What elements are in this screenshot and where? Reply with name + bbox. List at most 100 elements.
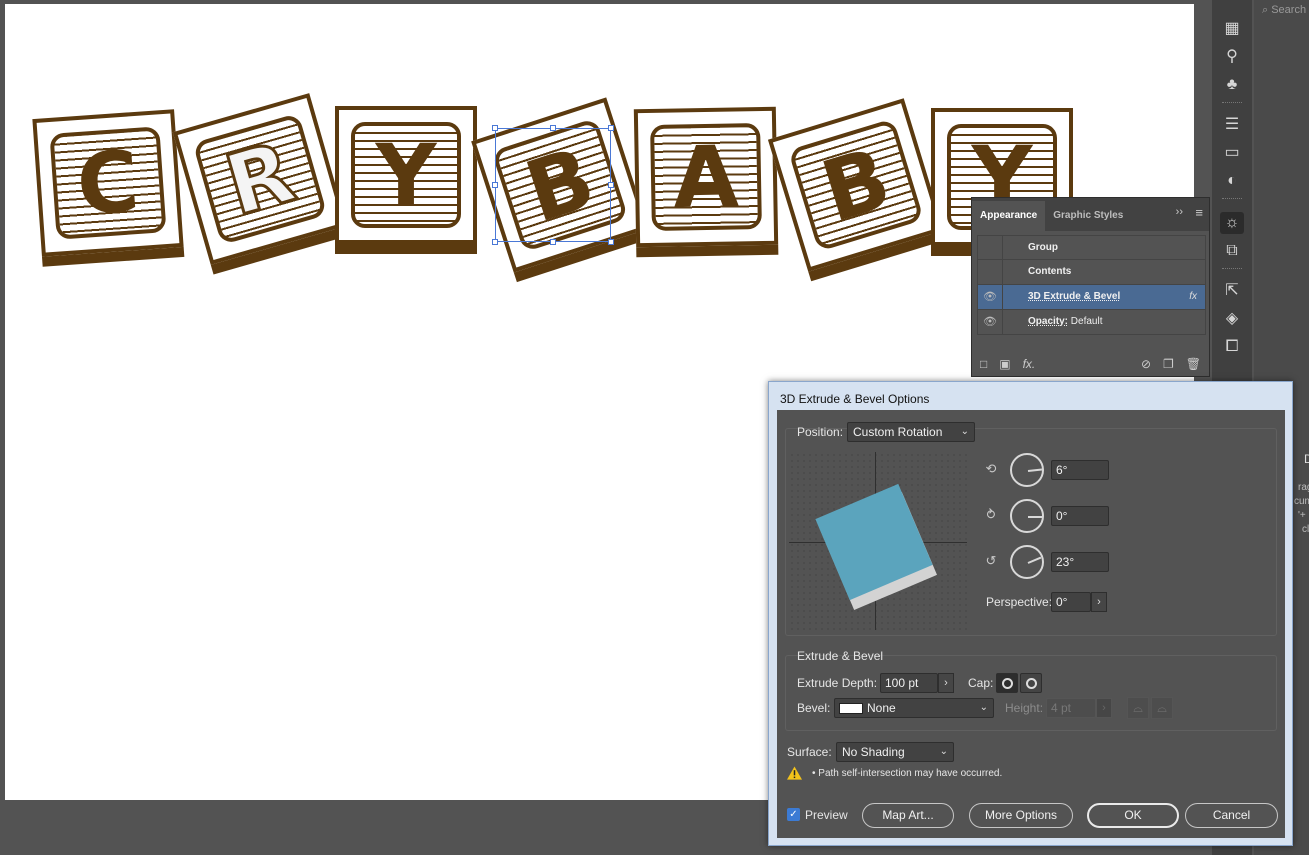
export-icon[interactable]: ⇱ — [1220, 280, 1244, 302]
more-options-button[interactable]: More Options — [969, 803, 1073, 828]
rotate-x-dial[interactable] — [1010, 453, 1044, 487]
3d-extrude-bevel-dialog: 3D Extrude & Bevel Options Position: Cus… — [768, 381, 1293, 846]
puppet-warp-icon[interactable]: ⚲ — [1220, 46, 1244, 68]
dialog-title: 3D Extrude & Bevel Options — [780, 392, 930, 406]
dock-separator — [1222, 102, 1242, 104]
preview-checkbox[interactable]: ✓ — [787, 808, 800, 821]
rotate-z-field[interactable]: 23° — [1051, 552, 1109, 572]
search-placeholder: Search — [1271, 4, 1307, 16]
height-slider-arrow[interactable]: › — [1096, 698, 1112, 718]
position-dropdown[interactable]: Custom Rotation ⌄ — [847, 422, 975, 442]
transparency-icon[interactable]: ◐ — [1220, 170, 1244, 192]
chevron-down-icon: ⌄ — [939, 746, 948, 757]
layers-icon[interactable]: ◈ — [1220, 308, 1244, 330]
perspective-slider-arrow[interactable]: › — [1091, 592, 1107, 612]
chevron-down-icon: ⌄ — [960, 426, 969, 437]
libraries-icon[interactable]: ▦ — [1220, 18, 1244, 40]
bevel-label: Bevel: — [797, 701, 831, 715]
rotate-x-field[interactable]: 6° — [1051, 460, 1109, 480]
chevron-down-icon: ⌄ — [979, 702, 988, 713]
selection-handle[interactable] — [608, 125, 614, 131]
surface-dropdown[interactable]: No Shading ⌄ — [836, 742, 954, 762]
rotation-track-cube[interactable] — [789, 452, 967, 630]
appearance-row-opacity[interactable]: 👁 Opacity: Default — [977, 310, 1206, 335]
panel-collapse-icon[interactable]: ›› — [1176, 206, 1183, 218]
cap-off-button[interactable] — [1020, 673, 1042, 693]
add-new-fill-icon[interactable]: ▣ — [999, 357, 1010, 371]
visibility-eye-icon[interactable]: 👁 — [978, 285, 1003, 309]
panel-text-fragment: cum — [1294, 496, 1309, 507]
letter-block-y1[interactable]: Y — [335, 106, 477, 254]
panel-menu-icon[interactable]: ≡ — [1195, 205, 1203, 220]
artboards-icon[interactable]: ⧠ — [1220, 336, 1244, 358]
opacity-link[interactable]: Opacity: — [1028, 316, 1068, 327]
symbols-icon[interactable]: ♣ — [1220, 74, 1244, 96]
add-new-effect-icon[interactable]: fx. — [1023, 357, 1036, 371]
duplicate-item-icon[interactable]: ❐ — [1163, 357, 1174, 371]
ok-button[interactable]: OK — [1087, 803, 1179, 828]
graphic-styles-icon[interactable]: ⧉ — [1220, 240, 1244, 262]
dock-separator — [1222, 268, 1242, 270]
visibility-eye-icon[interactable]: 👁 — [978, 310, 1003, 334]
effect-link[interactable]: 3D Extrude & Bevel — [1028, 291, 1120, 302]
letter-block-r[interactable]: R — [172, 93, 348, 265]
panel-text-fragment: D — [1304, 452, 1309, 466]
extrude-depth-field[interactable]: 100 pt — [880, 673, 938, 693]
bevel-dropdown[interactable]: None ⌄ — [834, 698, 994, 718]
surface-label: Surface: — [787, 745, 832, 759]
bevel-swatch — [839, 703, 863, 714]
selection-handle[interactable] — [608, 182, 614, 188]
add-new-stroke-icon[interactable]: □ — [980, 357, 987, 371]
selection-handle[interactable] — [492, 182, 498, 188]
rotate-y-field[interactable]: 0° — [1051, 506, 1109, 526]
selection-handle[interactable] — [608, 239, 614, 245]
letter-block-a[interactable]: A — [633, 106, 779, 248]
appearance-row-3d-extrude[interactable]: 👁 3D Extrude & Bevel fx — [977, 285, 1206, 310]
extrude-bevel-section-title: Extrude & Bevel — [797, 649, 884, 663]
perspective-field[interactable]: 0° — [1051, 592, 1091, 612]
tab-graphic-styles[interactable]: Graphic Styles — [1045, 201, 1131, 231]
dialog-body: Position: Custom Rotation ⌄ ⟲ 6° ⥁ 0° ↺ 2… — [777, 410, 1285, 838]
gradient-icon[interactable]: ▭ — [1220, 142, 1244, 164]
panel-text-fragment: rag — [1298, 482, 1309, 493]
letter-y: Y — [375, 126, 437, 224]
cap-on-button[interactable] — [996, 673, 1018, 693]
bevel-extent-in-button[interactable]: ⌓ — [1127, 697, 1149, 719]
fx-icon[interactable]: fx — [1189, 285, 1197, 309]
opacity-value: Default — [1070, 316, 1103, 327]
letter-c: C — [73, 131, 143, 235]
map-art-button[interactable]: Map Art... — [862, 803, 954, 828]
rotate-z-dial[interactable] — [1010, 545, 1044, 579]
selection-bounding-box[interactable] — [492, 125, 614, 245]
delete-item-icon[interactable]: 🗑 — [1186, 357, 1201, 371]
selection-handle[interactable] — [550, 239, 556, 245]
cancel-button[interactable]: Cancel — [1185, 803, 1278, 828]
warning-icon — [787, 766, 802, 780]
selection-handle[interactable] — [492, 125, 498, 131]
extrude-depth-slider-arrow[interactable]: › — [938, 673, 954, 693]
rotate-x-axis-icon: ⟲ — [985, 461, 997, 476]
height-field[interactable]: 4 pt — [1046, 698, 1096, 718]
panel-text-fragment: cl — [1302, 524, 1309, 535]
clear-appearance-icon[interactable]: ⊘ — [1141, 357, 1151, 371]
appearance-row-contents[interactable]: Contents — [977, 260, 1206, 285]
bevel-extent-out-button[interactable]: ⌓ — [1151, 697, 1173, 719]
appearance-row-group[interactable]: Group — [977, 235, 1206, 260]
appearance-panel: Appearance Graphic Styles ›› ≡ Group Con… — [971, 197, 1210, 377]
appearance-icon[interactable]: ☼ — [1220, 212, 1244, 234]
letter-block-c[interactable]: C — [32, 109, 184, 257]
stroke-icon[interactable]: ☰ — [1220, 114, 1244, 136]
warning-text: • Path self-intersection may have occurr… — [812, 768, 1003, 779]
perspective-label: Perspective: — [986, 595, 1053, 609]
preview-label[interactable]: Preview — [805, 808, 848, 822]
selection-handle[interactable] — [492, 239, 498, 245]
selection-handle[interactable] — [550, 125, 556, 131]
extrude-bevel-group — [785, 655, 1277, 731]
search-field[interactable]: ⌕ Search — [1256, 0, 1309, 20]
letter-block-b2[interactable]: B — [767, 98, 945, 272]
panel-text-fragment: '+ — [1298, 510, 1306, 521]
tab-appearance[interactable]: Appearance — [972, 201, 1046, 231]
rotate-y-dial[interactable] — [1010, 499, 1044, 533]
letter-r: R — [214, 121, 306, 236]
appearance-panel-tabs: Appearance Graphic Styles ›› ≡ — [972, 198, 1209, 231]
